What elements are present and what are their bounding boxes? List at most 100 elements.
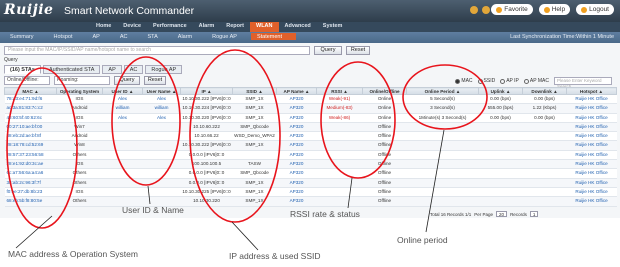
cell-mac[interactable]: 28:e1:92:d0:3c:ae xyxy=(4,159,57,170)
cell-hotspot[interactable]: Ruijie HK Office xyxy=(566,113,617,123)
cell-hotspot[interactable]: Ruijie HK Office xyxy=(566,103,617,114)
column-header-rssi[interactable]: RSSI ▲ xyxy=(316,87,363,95)
sub-nav-ap[interactable]: AP xyxy=(87,33,114,40)
tab-ac[interactable]: AC xyxy=(123,65,144,74)
main-nav-device[interactable]: Device xyxy=(117,22,147,32)
column-header-ap-name[interactable]: AP Name ▲ xyxy=(276,87,317,95)
table-row[interactable]: 68:eb:5b:f8:80:5e Others 10.10.30.220 SMP_1… xyxy=(4,196,617,207)
cell-hotspot[interactable]: Ruijie HK Office xyxy=(566,131,617,142)
column-header-online-period[interactable]: Online Period ▲ xyxy=(406,87,479,95)
cell-user-id[interactable] xyxy=(102,168,143,179)
cell-mac[interactable]: ac:3a:81:83:7c:c2 xyxy=(4,103,57,114)
cell-ap-name[interactable]: AP320 xyxy=(276,196,317,207)
cell-user-name[interactable] xyxy=(142,131,181,142)
cell-ap-name[interactable]: AP320 xyxy=(276,178,317,188)
sub-nav-ac[interactable]: AC xyxy=(114,33,142,40)
sub-nav-summary[interactable]: Summary xyxy=(4,33,48,40)
cell-ap-name[interactable]: AP320 xyxy=(276,122,317,133)
column-header-online-offline[interactable]: Online/Offline xyxy=(362,87,407,95)
table-row[interactable]: 28:18:78:cd:52:69 Win8 10.10.30.222 [IPV6]… xyxy=(4,140,617,151)
cell-ap-name[interactable]: AP320 xyxy=(276,168,317,179)
cell-user-id[interactable]: Alex xyxy=(102,94,143,105)
tab-ap[interactable]: AP xyxy=(102,65,122,74)
cell-ap-name[interactable]: AP320 xyxy=(276,140,317,151)
main-nav-wlan[interactable]: WLAN xyxy=(250,22,279,32)
filter-reset-button[interactable]: Reset xyxy=(144,76,166,85)
cell-hotspot[interactable]: Ruijie HK Office xyxy=(566,94,617,105)
page-input[interactable]: 1 xyxy=(529,211,539,217)
logout-link[interactable]: Logout xyxy=(576,4,614,15)
cell-hotspot[interactable]: Ruijie HK Office xyxy=(566,196,617,207)
tab-16-stas[interactable]: (16) STAs xyxy=(4,65,41,74)
cell-ap-name[interactable]: AP320 xyxy=(276,187,317,198)
cell-user-name[interactable]: Alex xyxy=(142,113,181,123)
table-row[interactable]: ac:3a:81:83:7c:c2 Android william william 10… xyxy=(4,103,617,114)
radio-ap-ip[interactable]: AP IP xyxy=(500,78,519,84)
cell-user-name[interactable] xyxy=(142,178,181,188)
keyword-search-input[interactable]: Please Enter Keyword Search xyxy=(554,77,612,89)
sub-nav-rogue-ap[interactable]: Rogue AP xyxy=(206,33,251,40)
cell-user-name[interactable] xyxy=(142,168,181,179)
column-header-mac[interactable]: MAC ▲ xyxy=(4,87,57,95)
cell-user-name[interactable] xyxy=(142,122,181,133)
cell-user-name[interactable]: Alex xyxy=(142,94,181,105)
alarm-icon[interactable] xyxy=(470,6,478,14)
table-row[interactable]: 6c:a7:56:6a:a4:a6 Others 0.0.0.0 [IPV6]0::… xyxy=(4,168,617,179)
cell-user-id[interactable] xyxy=(102,178,143,188)
cell-hotspot[interactable]: Ruijie HK Office xyxy=(566,168,617,179)
table-row[interactable]: 38:eb:2d:ae:bf:8f Android 10.10.66.22 WSD_D… xyxy=(4,131,617,142)
sub-nav-alarm[interactable]: Alarm xyxy=(172,33,206,40)
search-reset-button[interactable]: Reset xyxy=(346,46,370,55)
sub-nav-sta[interactable]: STA xyxy=(141,33,171,40)
sub-nav-statement[interactable]: Statement xyxy=(250,33,297,40)
cell-mac[interactable]: 28:57:37:23:56:58 xyxy=(4,150,57,161)
global-search-input[interactable]: Please input the MAC/IP/SSID/AP name/hot… xyxy=(4,46,310,55)
cell-user-name[interactable]: william xyxy=(142,103,181,114)
cell-mac[interactable]: 48:60:5f:40:62:6c xyxy=(4,113,57,123)
filter-query-button[interactable]: Query xyxy=(114,76,140,85)
cell-ap-name[interactable]: AP320 xyxy=(276,113,317,123)
main-nav-home[interactable]: Home xyxy=(90,22,117,32)
favorite-link[interactable]: Favorite xyxy=(491,4,533,15)
cell-user-id[interactable] xyxy=(102,187,143,198)
cell-user-id[interactable] xyxy=(102,159,143,170)
radio-ap-mac[interactable]: AP MAC xyxy=(523,78,549,84)
online-offline-select[interactable]: Online/Offline: xyxy=(4,76,50,85)
tab-rogue-ap[interactable]: Rogue AP xyxy=(145,65,183,74)
radio-ssid[interactable]: SSID xyxy=(477,78,495,84)
column-header-ssid[interactable]: SSID ▲ xyxy=(232,87,277,95)
cell-mac[interactable]: 00:27:10:ae:bf:00 xyxy=(4,122,57,133)
column-header-user-id[interactable]: User ID ▲ xyxy=(102,87,143,95)
cell-mac[interactable]: 78:a3:e4:71:9d:f6 xyxy=(4,94,57,105)
cell-mac[interactable]: 38:ab:2c:96:3f:7f xyxy=(4,178,57,188)
tab-authenticated-sta[interactable]: Authenticated STA xyxy=(42,65,101,74)
cell-mac[interactable]: 28:18:78:cd:52:69 xyxy=(4,140,57,151)
cell-ap-name[interactable]: AP320 xyxy=(276,103,317,114)
help-link[interactable]: Help xyxy=(538,4,571,15)
cell-mac[interactable]: 38:eb:2d:ae:bf:8f xyxy=(4,131,57,142)
cell-ap-name[interactable]: AP320 xyxy=(276,159,317,170)
table-row[interactable]: 78:a3:e4:71:9d:f6 IOS Alex Alex 10.10.30.222… xyxy=(4,94,617,105)
sub-nav-hotspot[interactable]: Hotspot xyxy=(48,33,87,40)
column-header-downlink[interactable]: Downlink ▲ xyxy=(522,87,567,95)
cell-hotspot[interactable]: Ruijie HK Office xyxy=(566,140,617,151)
cell-hotspot[interactable]: Ruijie HK Office xyxy=(566,187,617,198)
cell-ap-name[interactable]: AP320 xyxy=(276,94,317,105)
cell-mac[interactable]: 68:eb:5b:f8:80:5e xyxy=(4,196,57,207)
cell-hotspot[interactable]: Ruijie HK Office xyxy=(566,159,617,170)
main-nav-advanced[interactable]: Advanced xyxy=(279,22,317,32)
main-nav-performance[interactable]: Performance xyxy=(147,22,193,32)
column-header-operating-system[interactable]: Operating System xyxy=(56,87,103,95)
table-row[interactable]: f0:ee:27:db:8b:23 IOS 10.10.30.225 [IPV6]0… xyxy=(4,187,617,198)
cell-user-name[interactable] xyxy=(142,187,181,198)
cell-user-id[interactable] xyxy=(102,140,143,151)
per-page-select[interactable]: 20 xyxy=(496,211,508,217)
column-header-hotspot[interactable]: Hotspot ▲ xyxy=(566,87,617,95)
table-row[interactable]: 28:e1:92:d0:3c:ae IOS 100.100.100.5 TASW AP3… xyxy=(4,159,617,170)
main-nav-system[interactable]: System xyxy=(317,22,349,32)
roaming-select[interactable]: Roaming: xyxy=(54,76,110,85)
cell-user-id[interactable] xyxy=(102,150,143,161)
cell-user-id[interactable] xyxy=(102,131,143,142)
cell-ap-name[interactable]: AP320 xyxy=(276,131,317,142)
column-header-user-name[interactable]: User Name ▲ xyxy=(142,87,181,95)
